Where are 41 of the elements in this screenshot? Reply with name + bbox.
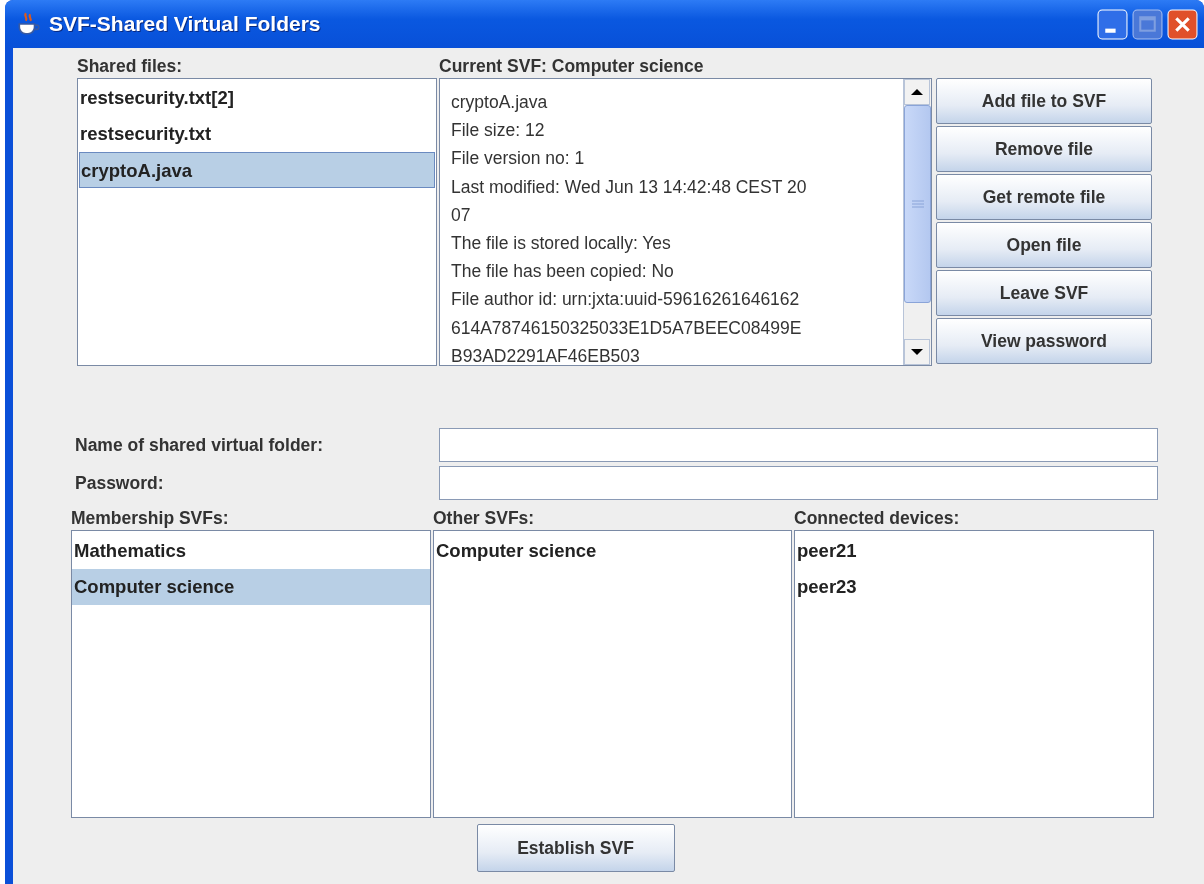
list-item[interactable]: peer21 <box>795 533 1153 569</box>
action-button[interactable]: Leave SVF <box>936 270 1152 316</box>
file-item[interactable]: restsecurity.txt[2] <box>79 80 435 116</box>
detail-line: File version no: 1 <box>451 147 586 171</box>
detail-line: Last modified: Wed Jun 13 14:42:48 CEST 20 <box>451 175 808 199</box>
scrollbar[interactable] <box>903 79 931 365</box>
scroll-up-icon[interactable] <box>904 79 930 105</box>
list-item[interactable]: peer23 <box>795 569 1153 605</box>
shared-files-label: Shared files: <box>77 55 184 78</box>
detail-line: 614A78746150325033E1D5A7BEEC08499E <box>451 316 803 340</box>
scroll-thumb[interactable] <box>904 105 931 303</box>
action-button[interactable]: Open file <box>936 222 1152 268</box>
current-svf-label: Current SVF: Computer science <box>439 55 705 78</box>
action-button[interactable]: Remove file <box>936 126 1152 172</box>
detail-line: cryptoA.java <box>451 91 549 114</box>
minimize-icon[interactable] <box>1097 8 1128 40</box>
detail-line: The file is stored locally: Yes <box>451 231 672 255</box>
field-label: Name of shared virtual folder: <box>74 434 324 457</box>
list-item[interactable]: Computer science <box>434 533 791 569</box>
detail-line: 07 <box>451 203 472 227</box>
list-label: Other SVFs: <box>433 507 536 530</box>
file-item[interactable]: cryptoA.java <box>79 152 435 188</box>
window-title: SVF-Shared Virtual Folders <box>49 12 322 36</box>
input-field[interactable] <box>439 428 1158 462</box>
input-field[interactable] <box>439 466 1158 500</box>
action-button[interactable]: View password <box>936 318 1152 364</box>
close-icon[interactable] <box>1167 8 1198 40</box>
field-label: Password: <box>74 472 165 495</box>
action-button[interactable]: Get remote file <box>936 174 1152 220</box>
detail-line: File size: 12 <box>451 119 546 143</box>
establish-button[interactable]: Establish SVF <box>476 824 675 872</box>
detail-line: File author id: urn:jxta:uuid-59616261646162 <box>451 288 801 312</box>
list-label: Membership SVFs: <box>71 507 230 530</box>
scroll-down-icon[interactable] <box>904 339 930 365</box>
list-label: Connected devices: <box>794 507 961 530</box>
list-item[interactable]: Mathematics <box>72 533 430 569</box>
detail-line: The file has been copied: No <box>451 260 675 284</box>
list-item[interactable]: Computer science <box>72 569 430 605</box>
file-item[interactable]: restsecurity.txt <box>79 116 435 152</box>
detail-line: B93AD2291AF46EB503 <box>451 344 641 365</box>
action-button[interactable]: Add file to SVF <box>936 78 1152 124</box>
